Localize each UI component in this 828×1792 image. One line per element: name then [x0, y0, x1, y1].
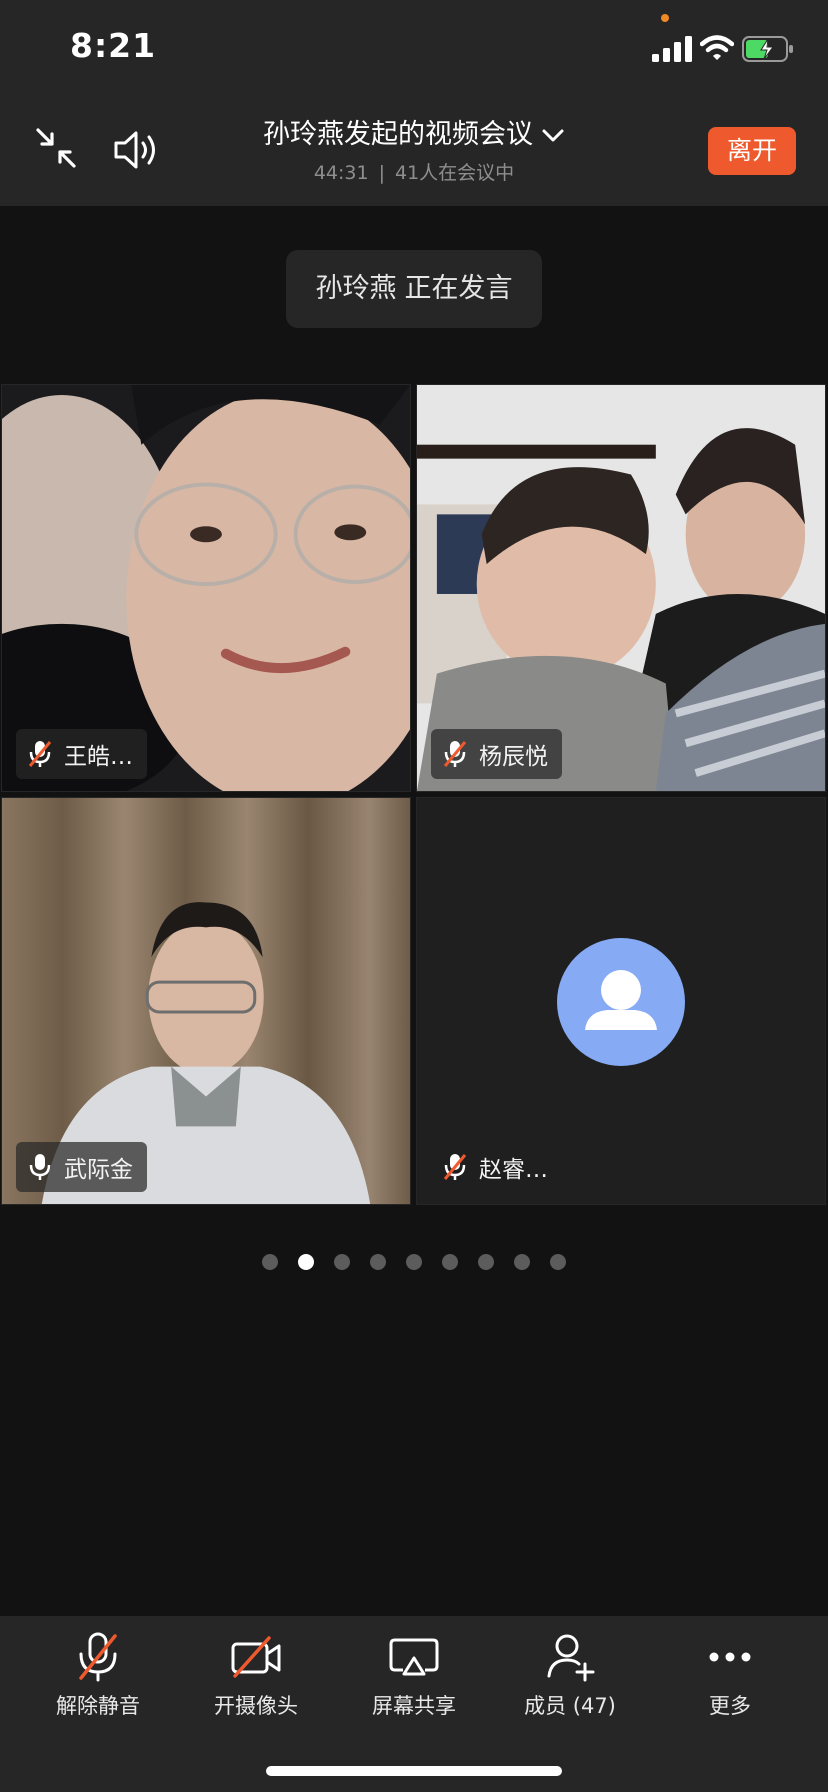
page-dot[interactable]	[334, 1254, 350, 1270]
page-dot[interactable]	[370, 1254, 386, 1270]
video-tile[interactable]: 武际金	[1, 797, 411, 1205]
more-label: 更多	[709, 1694, 751, 1718]
battery-charging-icon	[742, 36, 793, 62]
members-button[interactable]: 成员 (47)	[495, 1630, 645, 1720]
participant-name-tag: 赵睿…	[431, 1142, 562, 1192]
active-speaker-indicator: 孙玲燕 正在发言	[286, 250, 542, 328]
unmute-label: 解除静音	[56, 1694, 140, 1718]
meeting-subtitle: 44:31 | 41人在会议中	[0, 158, 828, 185]
screen-share-icon	[389, 1638, 439, 1676]
mic-muted-icon	[28, 741, 52, 767]
speaker-name: 孙玲燕	[315, 273, 397, 304]
camera-off-icon	[231, 1636, 281, 1678]
chevron-down-icon	[542, 129, 564, 141]
video-tile[interactable]: 王皓…	[1, 384, 411, 792]
participant-name: 赵睿…	[479, 1157, 548, 1183]
participant-name: 杨辰悦	[479, 744, 548, 770]
avatar	[557, 938, 685, 1066]
meeting-title[interactable]: 孙玲燕发起的视频会议	[0, 112, 828, 151]
meeting-title-text: 孙玲燕发起的视频会议	[263, 119, 533, 150]
camera-button[interactable]: 开摄像头	[181, 1630, 331, 1720]
unmute-button[interactable]: 解除静音	[23, 1630, 173, 1720]
page-dot[interactable]	[478, 1254, 494, 1270]
speaker-status: 正在发言	[404, 273, 513, 304]
mic-icon	[29, 1154, 51, 1180]
home-indicator[interactable]	[266, 1766, 562, 1776]
leave-button[interactable]: 离开	[708, 127, 796, 175]
separator: |	[378, 162, 385, 184]
more-button[interactable]: 更多	[655, 1630, 805, 1720]
cellular-signal-icon	[652, 36, 692, 62]
mic-muted-icon	[443, 741, 467, 767]
user-silhouette-icon	[585, 970, 657, 1030]
add-member-icon	[547, 1634, 595, 1682]
video-tile[interactable]: 杨辰悦	[416, 384, 826, 792]
camera-label: 开摄像头	[214, 1694, 298, 1718]
more-icon	[709, 1652, 751, 1662]
members-label: 成员 (47)	[524, 1694, 616, 1718]
mic-muted-icon	[443, 1154, 467, 1180]
participant-count: 41人在会议中	[394, 162, 515, 184]
page-dot[interactable]	[550, 1254, 566, 1270]
participant-name-tag: 王皓…	[16, 729, 147, 779]
participant-name: 武际金	[64, 1157, 133, 1183]
wifi-icon	[700, 35, 734, 60]
page-dot[interactable]	[298, 1254, 314, 1270]
participant-name-tag: 杨辰悦	[431, 729, 562, 779]
status-time: 8:21	[70, 26, 157, 65]
screen-share-label: 屏幕共享	[372, 1694, 456, 1718]
screen-share-button[interactable]: 屏幕共享	[339, 1630, 489, 1720]
video-tile[interactable]: 赵睿…	[416, 797, 826, 1205]
page-dot[interactable]	[514, 1254, 530, 1270]
meeting-duration: 44:31	[313, 162, 369, 184]
mic-muted-icon	[79, 1632, 117, 1682]
participant-name-tag: 武际金	[16, 1142, 147, 1192]
participant-name: 王皓…	[64, 744, 133, 770]
page-dot[interactable]	[406, 1254, 422, 1270]
page-dot[interactable]	[262, 1254, 278, 1270]
page-dot[interactable]	[442, 1254, 458, 1270]
page-indicator[interactable]	[0, 1254, 828, 1274]
privacy-indicator-dot	[661, 14, 669, 22]
